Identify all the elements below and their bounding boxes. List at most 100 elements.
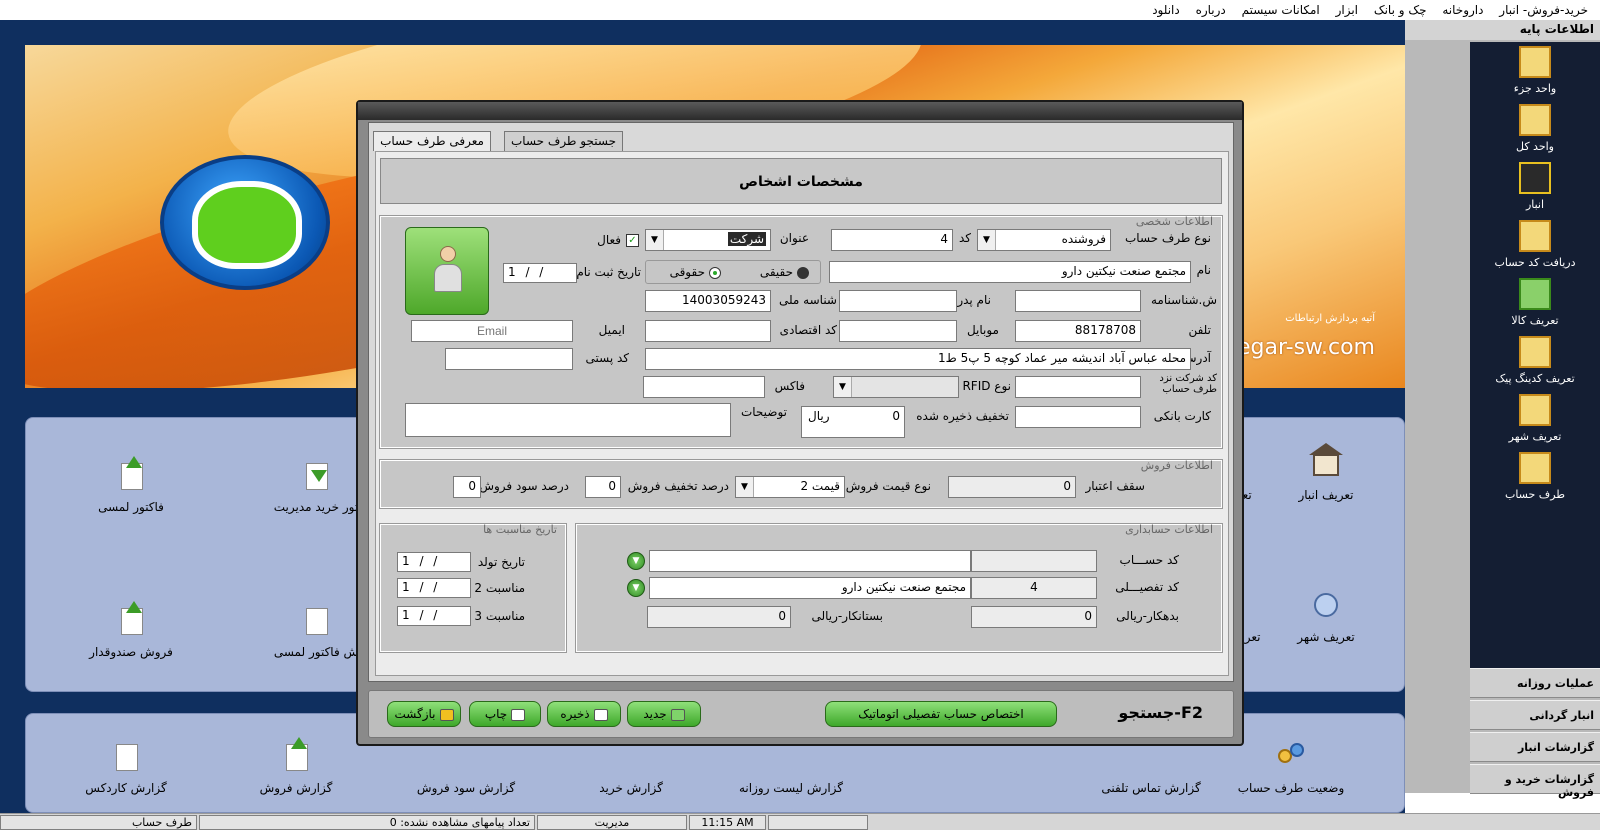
shortcut-cashier-sale[interactable]: فروش صندوقدار	[61, 601, 201, 659]
sidebar-item-account-party[interactable]: طرف حساب	[1470, 452, 1600, 501]
active-checkbox[interactable]: ✓	[626, 234, 639, 247]
credit-field[interactable]: 0	[647, 606, 791, 628]
postal-code-field[interactable]	[445, 348, 573, 370]
menubar: خرید-فروش- انبار داروخانه چک و بانک ابزا…	[0, 0, 1600, 20]
account-name-field[interactable]	[649, 550, 971, 572]
shortcut-report-profit[interactable]: گزارش سود فروش	[391, 739, 541, 795]
name-field[interactable]: مجتمع صنعت نیکتین دارو	[829, 261, 1191, 283]
detail-name-field[interactable]: مجتمع صنعت نیکتین دارو	[649, 577, 971, 599]
sidebar-item-warehouse[interactable]: انبار	[1470, 162, 1600, 211]
notes-field[interactable]	[405, 403, 731, 437]
email-field[interactable]	[411, 320, 573, 342]
back-button[interactable]: بازگشت	[387, 701, 461, 727]
discount-field[interactable]: 0	[585, 476, 621, 498]
sidebar-section-inventory[interactable]: انبار گردانی	[1470, 700, 1600, 730]
chevron-down-icon[interactable]: ▼	[646, 230, 664, 250]
search-shortcut-label[interactable]: F2-جستجو	[1118, 703, 1203, 722]
father-field[interactable]	[839, 290, 957, 312]
title-value: شرکت	[727, 232, 766, 246]
saved-discount-field[interactable]: 0 ریال	[801, 406, 905, 438]
address-field[interactable]: محله عباس آباد اندیشه مير عماد کوچه 5 پ5…	[645, 348, 1191, 370]
saved-discount-value: 0	[892, 409, 900, 423]
shortcut-report-calls[interactable]: گزارش تماس تلفنی	[1076, 739, 1226, 795]
birth-date-label: تاریخ تولد	[477, 555, 525, 569]
sidebar-section-warehouse-reports[interactable]: گزارشات انبار	[1470, 732, 1600, 762]
menu-item-system[interactable]: امکانات سیستم	[1242, 0, 1320, 20]
sidebar-header[interactable]: اطلاعات پایه	[1470, 20, 1600, 40]
menu-item-pharmacy[interactable]: داروخانه	[1442, 0, 1483, 20]
economic-code-field[interactable]	[645, 320, 771, 342]
tab-introduce[interactable]: معرفی طرف حساب	[373, 131, 491, 151]
sidebar-section-daily[interactable]: عملیات روزانه	[1470, 668, 1600, 698]
company-code-field[interactable]	[1015, 376, 1141, 398]
shortcut-account-status[interactable]: وضعیت طرف حساب	[1216, 739, 1366, 795]
item-icon	[1519, 278, 1551, 310]
national-id-field[interactable]: 14003059243	[645, 290, 771, 312]
sidebar-item-unit-total[interactable]: واحد کل	[1470, 104, 1600, 153]
sidebar-header-spacer	[1405, 20, 1470, 40]
email-label: ایمیل	[598, 323, 625, 337]
tab-search[interactable]: جستجو طرف حساب	[503, 131, 623, 151]
profit-field[interactable]: 0	[453, 476, 481, 498]
code-field[interactable]: 4	[831, 229, 953, 251]
idno-field[interactable]	[1015, 290, 1141, 312]
menu-item-cheque-bank[interactable]: چک و بانک	[1374, 0, 1427, 20]
group-personal: اطلاعات شخصی نوع طرف حساب فروشنده ▼ کد 4…	[379, 215, 1223, 449]
sidebar-item-city[interactable]: تعریف شهر	[1470, 394, 1600, 443]
credit-limit-field[interactable]: 0	[948, 476, 1076, 498]
saved-discount-label: تخفیف ذخیره شده	[916, 409, 1009, 423]
menu-item-download[interactable]: دانلود	[1152, 0, 1180, 20]
shortcut-report-purchase[interactable]: گزارش خرید	[561, 739, 701, 795]
fax-field[interactable]	[643, 376, 765, 398]
mobile-field[interactable]	[839, 320, 957, 342]
chevron-down-icon[interactable]: ▼	[736, 477, 754, 497]
sidebar-section-sales-reports[interactable]: گزارشات خرید و فروش	[1470, 764, 1600, 799]
sidebar-item-label: تعریف کالا	[1511, 314, 1559, 327]
account-code-label: کد حســـاب	[1119, 553, 1179, 567]
chevron-down-icon[interactable]: ▼	[834, 377, 852, 397]
mobile-label: موبایل	[966, 323, 999, 337]
shortcut-report-sales[interactable]: گزارش فروش	[226, 737, 366, 795]
account-lookup-button[interactable]: ▼	[627, 552, 645, 570]
print-button[interactable]: چاپ	[469, 701, 541, 727]
account-type-select[interactable]: فروشنده ▼	[977, 229, 1111, 251]
detail-lookup-button[interactable]: ▼	[627, 579, 645, 597]
sidebar-item-define-item[interactable]: تعریف کالا	[1470, 278, 1600, 327]
print-button-label: چاپ	[484, 707, 508, 721]
dialog-header: مشخصات اشخاص	[380, 158, 1222, 204]
debit-label: بدهکار-ریالی	[1116, 609, 1179, 623]
chevron-down-icon[interactable]: ▼	[978, 230, 996, 250]
occasion3-field[interactable]: 1 / /	[397, 606, 471, 626]
sidebar-item-unit-part[interactable]: واحد جزء	[1470, 46, 1600, 95]
rfid-type-select[interactable]: ▼	[833, 376, 959, 398]
father-label: نام پدر	[957, 293, 991, 307]
debit-field[interactable]: 0	[971, 606, 1097, 628]
menu-item-tools[interactable]: ابزار	[1336, 0, 1358, 20]
account-code-field[interactable]	[971, 550, 1097, 572]
phone-field[interactable]: 88178708	[1015, 320, 1141, 342]
shortcut-report-daily[interactable]: گزارش لیست روزانه	[716, 739, 866, 795]
menu-item-sales[interactable]: خرید-فروش- انبار	[1499, 0, 1588, 20]
shortcut-define-city[interactable]: تعریف شهر	[1276, 588, 1376, 644]
sidebar-item-account-code[interactable]: دریافت کد حساب	[1470, 220, 1600, 269]
bank-card-field[interactable]	[1015, 406, 1141, 428]
code-label: کد	[958, 231, 971, 245]
menu-item-about[interactable]: درباره	[1196, 0, 1226, 20]
new-button[interactable]: جدید	[627, 701, 701, 727]
shortcut-touch-invoice[interactable]: فاکتور لمسی	[61, 456, 201, 514]
reg-date-field[interactable]: 1 / /	[503, 263, 577, 283]
dialog-titlebar[interactable]	[358, 102, 1242, 120]
add-photo-button[interactable]	[405, 227, 489, 315]
auto-assign-button[interactable]: اختصاص حساب تفصیلی اتوماتیک	[825, 701, 1057, 727]
title-select[interactable]: شرکت ▼	[645, 229, 771, 251]
sidebar-item-label: انبار	[1525, 198, 1545, 211]
detail-code-field[interactable]: 4	[971, 577, 1097, 599]
shortcut-define-warehouse[interactable]: تعریف انبار	[1276, 443, 1376, 502]
price-type-select[interactable]: قیمت 2 ▼	[735, 476, 845, 498]
save-button[interactable]: ذخیره	[547, 701, 621, 727]
occasion2-field[interactable]: 1 / /	[397, 578, 471, 598]
people-icon	[1274, 739, 1308, 773]
sidebar-item-courier[interactable]: تعریف کدینگ پیک	[1470, 336, 1600, 385]
birth-date-field[interactable]: 1 / /	[397, 552, 471, 572]
shortcut-report-cardex[interactable]: گزارش کاردکس	[56, 739, 196, 795]
